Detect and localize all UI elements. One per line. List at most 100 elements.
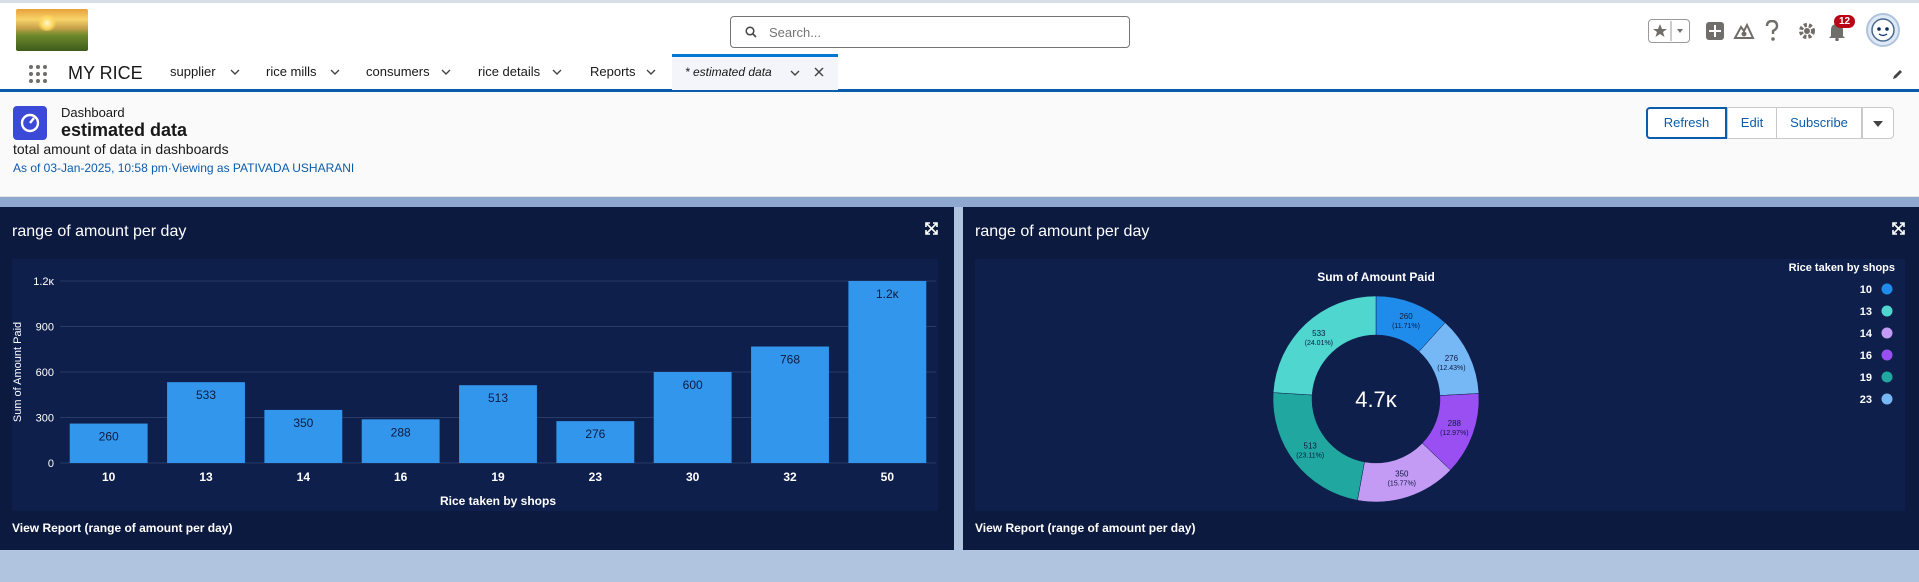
refresh-button[interactable]: Refresh <box>1646 107 1727 139</box>
x-tick-label: 13 <box>199 470 213 484</box>
slice-percent-label: (24.01%) <box>1305 340 1333 347</box>
x-axis-label: Rice taken by shops <box>440 494 556 508</box>
bar-data-label: 276 <box>585 427 605 441</box>
close-tab-icon[interactable] <box>814 67 824 77</box>
legend-swatch <box>1881 371 1893 383</box>
search-placeholder: Search... <box>769 25 822 40</box>
nav-item-consumers[interactable]: consumers <box>366 54 456 89</box>
tab-estimated-data[interactable]: * estimated data <box>672 54 838 90</box>
x-tick-label: 50 <box>881 470 895 484</box>
donut-slice <box>1272 392 1365 501</box>
expand-icon[interactable] <box>925 222 938 235</box>
dashboard-title: estimated data <box>61 120 188 140</box>
bar-data-label: 288 <box>391 425 411 439</box>
nav-item-label: Reports <box>590 64 636 79</box>
slice-value-label: 276 <box>1445 354 1459 363</box>
slice-value-label: 260 <box>1399 312 1413 321</box>
legend-label: 16 <box>1860 350 1872 362</box>
legend-label: 19 <box>1860 372 1872 384</box>
edit-nav-pencil-icon[interactable] <box>1892 68 1904 80</box>
widget-donut-chart: range of amount per day Sum of Amount Pa… <box>963 207 1919 550</box>
setup-gear-icon[interactable] <box>1797 21 1817 41</box>
x-tick-label: 16 <box>394 470 408 484</box>
chevron-down-icon[interactable] <box>552 69 562 75</box>
view-report-link[interactable]: View Report (range of amount per day) <box>975 521 1195 535</box>
bar-chart: 0 300 600 900 1.2ᴋ 260 10 533 13 350 14 288 16 513 19 2… <box>12 276 936 508</box>
bar-data-label: 350 <box>293 416 313 430</box>
chevron-down-icon[interactable] <box>230 69 240 75</box>
dashboard-description: total amount of data in dashboards <box>13 141 229 157</box>
nav-item-label: consumers <box>366 64 430 79</box>
slice-value-label: 288 <box>1448 419 1462 428</box>
x-tick-label: 23 <box>589 470 603 484</box>
edit-button[interactable]: Edit <box>1727 107 1777 139</box>
nav-item-label: rice mills <box>266 64 317 79</box>
chevron-down-icon[interactable] <box>441 69 451 75</box>
legend-swatch <box>1881 283 1893 295</box>
bar-data-label: 260 <box>99 430 119 444</box>
bar-data-label: 768 <box>780 353 800 367</box>
legend-label: 14 <box>1860 328 1873 340</box>
org-logo[interactable] <box>16 9 88 51</box>
nav-item-rice-details[interactable]: rice details <box>478 54 568 89</box>
donut-center-total: 4.7ᴋ <box>1355 387 1398 412</box>
trailhead-icon[interactable] <box>1733 21 1755 41</box>
y-tick-label: 900 <box>36 322 54 334</box>
expand-icon[interactable] <box>1892 222 1905 235</box>
nav-item-supplier[interactable]: supplier <box>170 54 245 89</box>
slice-value-label: 533 <box>1312 329 1326 338</box>
global-header: Search... 12 <box>0 0 1919 54</box>
dashboard-type-label: Dashboard <box>61 105 125 120</box>
y-tick-label: 1.2ᴋ <box>33 276 54 288</box>
legend-swatch <box>1881 393 1893 405</box>
app-name: MY RICE <box>68 63 143 83</box>
x-tick-label: 32 <box>783 470 797 484</box>
tab-label: * estimated data <box>685 65 772 79</box>
view-report-link[interactable]: View Report (range of amount per day) <box>12 521 232 535</box>
bar-data-label: 1.2ᴋ <box>876 287 900 301</box>
legend-label: 13 <box>1860 306 1872 318</box>
slice-percent-label: (12.43%) <box>1437 365 1465 372</box>
bar-data-label: 513 <box>488 391 508 405</box>
nav-item-label: rice details <box>478 64 541 79</box>
chevron-down-icon[interactable] <box>330 69 340 75</box>
x-tick-label: 14 <box>297 470 311 484</box>
app-launcher-icon[interactable] <box>28 64 48 84</box>
subscribe-button[interactable]: Subscribe <box>1776 107 1862 139</box>
dashboard-icon <box>13 106 47 140</box>
y-axis-label: Sum of Amount Paid <box>12 322 24 422</box>
bar <box>848 281 927 463</box>
bar-data-label: 600 <box>683 378 703 392</box>
astro-avatar-icon <box>1871 18 1895 42</box>
slice-value-label: 513 <box>1304 441 1318 450</box>
widget-title: range of amount per day <box>12 223 187 240</box>
legend-label: 23 <box>1860 394 1872 406</box>
chart-title: Sum of Amount Paid <box>1317 270 1435 284</box>
slice-percent-label: (11.71%) <box>1392 323 1420 330</box>
global-search-input[interactable]: Search... <box>730 16 1130 48</box>
x-tick-label: 30 <box>686 470 700 484</box>
widget-bar-chart: range of amount per day 0 300 600 900 1.2ᴋ 26… <box>0 207 954 550</box>
chevron-down-icon[interactable] <box>790 70 800 76</box>
y-tick-label: 600 <box>36 367 54 379</box>
chevron-down-icon <box>1873 121 1883 127</box>
legend-swatch <box>1881 349 1893 361</box>
donut-chart-area: Sum of Amount Paid 260 (11.71%) 276 (12.43%)… <box>975 259 1905 511</box>
bar-chart-area: 0 300 600 900 1.2ᴋ 260 10 533 13 350 14 288 16 513 19 2… <box>12 259 938 511</box>
bar-data-label: 533 <box>196 388 216 402</box>
y-tick-label: 0 <box>48 458 54 470</box>
legend-label: 10 <box>1860 284 1872 296</box>
slice-percent-label: (15.77%) <box>1388 480 1416 487</box>
help-icon[interactable] <box>1765 20 1779 42</box>
dashboard-as-of-info[interactable]: As of 03-Jan-2025, 10:58 pm·Viewing as P… <box>13 161 354 175</box>
add-icon[interactable] <box>1705 21 1725 41</box>
slice-value-label: 350 <box>1395 469 1409 478</box>
favorites-star-icon <box>1653 21 1683 41</box>
more-actions-button[interactable] <box>1862 107 1894 139</box>
user-avatar[interactable] <box>1866 13 1900 47</box>
favorites-button[interactable] <box>1648 19 1690 43</box>
chevron-down-icon[interactable] <box>646 69 656 75</box>
nav-item-rice-mills[interactable]: rice mills <box>266 54 346 89</box>
slice-percent-label: (12.97%) <box>1440 430 1468 437</box>
nav-item-reports[interactable]: Reports <box>590 54 662 89</box>
